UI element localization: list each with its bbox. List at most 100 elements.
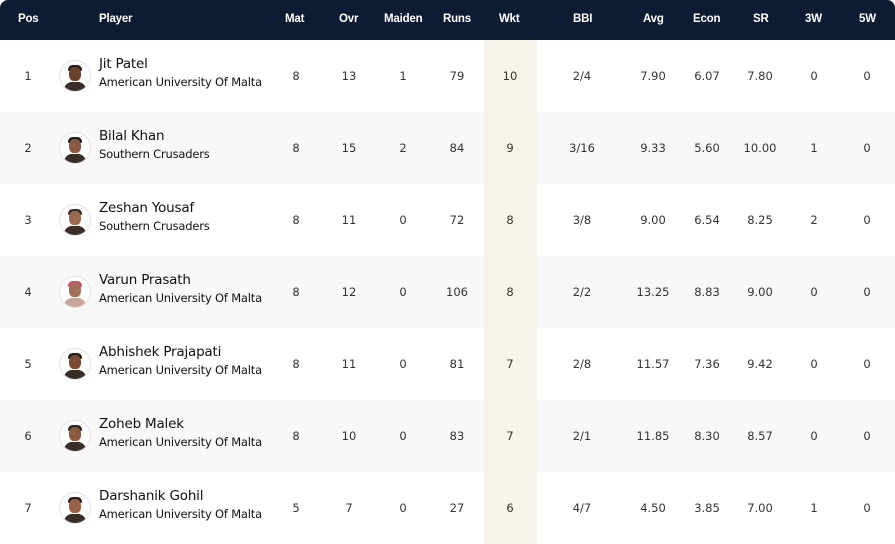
cell-econ: 8.30	[694, 429, 720, 443]
cell-mat: 8	[292, 213, 300, 227]
player-name[interactable]: Abhishek Prajapati	[99, 344, 221, 360]
cell-maiden: 0	[399, 429, 407, 443]
cell-wkt: 8	[506, 285, 514, 299]
table-row[interactable]: 6 Zoheb Malek American University Of Mal…	[0, 400, 895, 472]
cell-runs: 84	[449, 141, 465, 155]
player-name[interactable]: Jit Patel	[99, 56, 148, 72]
table-row[interactable]: 2 Bilal Khan Southern Crusaders 8 15 2 8…	[0, 112, 895, 184]
cell-runs: 72	[449, 213, 465, 227]
table-row[interactable]: 3 Zeshan Yousaf Southern Crusaders 8 11 …	[0, 184, 895, 256]
cell-ovr: 10	[341, 429, 357, 443]
cell-pos: 2	[24, 141, 32, 155]
header-mat[interactable]: Mat	[285, 0, 304, 40]
cell-pos: 5	[24, 357, 32, 371]
player-name[interactable]: Darshanik Gohil	[99, 488, 203, 504]
avatar-body-shape	[64, 514, 86, 523]
player-avatar	[59, 348, 91, 380]
cell-ovr: 11	[341, 213, 357, 227]
cell-econ: 5.60	[694, 141, 720, 155]
header-maiden[interactable]: Maiden	[384, 0, 423, 40]
cell-mat: 8	[292, 285, 300, 299]
cell-avg: 4.50	[640, 501, 666, 515]
cell-3w: 2	[810, 213, 818, 227]
player-avatar	[59, 492, 91, 524]
player-avatar	[59, 204, 91, 236]
player-name[interactable]: Zoheb Malek	[99, 416, 184, 432]
cell-pos: 1	[24, 69, 32, 83]
cell-sr: 7.00	[747, 501, 773, 515]
cell-5w: 0	[863, 501, 871, 515]
cell-bbi: 2/1	[572, 429, 592, 443]
table-row[interactable]: 4 Varun Prasath American University Of M…	[0, 256, 895, 328]
player-team: American University Of Malta	[99, 75, 262, 89]
header-ovr[interactable]: Ovr	[339, 0, 358, 40]
cell-bbi: 3/8	[572, 213, 592, 227]
cell-avg: 13.25	[636, 285, 670, 299]
cell-wkt: 9	[506, 141, 514, 155]
header-player[interactable]: Player	[99, 0, 133, 40]
player-team: American University Of Malta	[99, 435, 262, 449]
header-3w[interactable]: 3W	[805, 0, 822, 40]
cell-sr: 9.42	[747, 357, 773, 371]
table-row[interactable]: 5 Abhishek Prajapati American University…	[0, 328, 895, 400]
cell-maiden: 0	[399, 501, 407, 515]
cell-sr: 8.57	[747, 429, 773, 443]
cell-maiden: 0	[399, 213, 407, 227]
cell-sr: 7.80	[747, 69, 773, 83]
header-bbi[interactable]: BBI	[573, 0, 592, 40]
cell-sr: 10.00	[743, 141, 777, 155]
player-team: American University Of Malta	[99, 363, 262, 377]
cell-ovr: 12	[341, 285, 357, 299]
table-row[interactable]: 7 Darshanik Gohil American University Of…	[0, 472, 895, 544]
table-row[interactable]: 1 Jit Patel American University Of Malta…	[0, 40, 895, 112]
cell-sr: 9.00	[747, 285, 773, 299]
header-econ[interactable]: Econ	[693, 0, 721, 40]
header-runs[interactable]: Runs	[443, 0, 471, 40]
player-name[interactable]: Varun Prasath	[99, 272, 191, 288]
cell-runs: 106	[446, 285, 468, 299]
player-name[interactable]: Zeshan Yousaf	[99, 200, 194, 216]
header-wkt[interactable]: Wkt	[499, 0, 520, 40]
player-name[interactable]: Bilal Khan	[99, 128, 165, 144]
cell-5w: 0	[863, 429, 871, 443]
cell-3w: 1	[810, 141, 818, 155]
avatar-body-shape	[64, 298, 86, 307]
cell-mat: 8	[292, 429, 300, 443]
avatar-body-shape	[64, 82, 86, 91]
avatar-face-shape	[69, 427, 81, 441]
player-team: Southern Crusaders	[99, 147, 210, 161]
cell-3w: 0	[810, 357, 818, 371]
avatar-body-shape	[64, 442, 86, 451]
header-pos[interactable]: Pos	[18, 0, 39, 40]
header-5w[interactable]: 5W	[859, 0, 876, 40]
cell-runs: 79	[449, 69, 465, 83]
cell-econ: 3.85	[694, 501, 720, 515]
bowling-stats-table: Pos Player Mat Ovr Maiden Runs Wkt BBI A…	[0, 0, 895, 544]
cell-econ: 6.07	[694, 69, 720, 83]
header-avg[interactable]: Avg	[643, 0, 664, 40]
avatar-face-shape	[69, 211, 81, 225]
player-team: American University Of Malta	[99, 507, 262, 521]
cell-ovr: 11	[341, 357, 357, 371]
cell-5w: 0	[863, 285, 871, 299]
cell-avg: 9.33	[640, 141, 666, 155]
cell-runs: 81	[449, 357, 465, 371]
cell-pos: 6	[24, 429, 32, 443]
cell-econ: 8.83	[694, 285, 720, 299]
player-avatar	[59, 132, 91, 164]
cell-bbi: 3/16	[569, 141, 595, 155]
cell-pos: 3	[24, 213, 32, 227]
avatar-face-shape	[69, 499, 81, 513]
cell-runs: 27	[449, 501, 465, 515]
cell-maiden: 1	[399, 69, 407, 83]
avatar-face-shape	[69, 283, 81, 297]
cell-wkt: 7	[506, 429, 514, 443]
cell-pos: 7	[24, 501, 32, 515]
avatar-body-shape	[64, 370, 86, 379]
cell-3w: 0	[810, 285, 818, 299]
avatar-face-shape	[69, 67, 81, 81]
player-team: Southern Crusaders	[99, 219, 210, 233]
cell-avg: 11.85	[636, 429, 670, 443]
header-sr[interactable]: SR	[753, 0, 769, 40]
avatar-body-shape	[64, 154, 86, 163]
